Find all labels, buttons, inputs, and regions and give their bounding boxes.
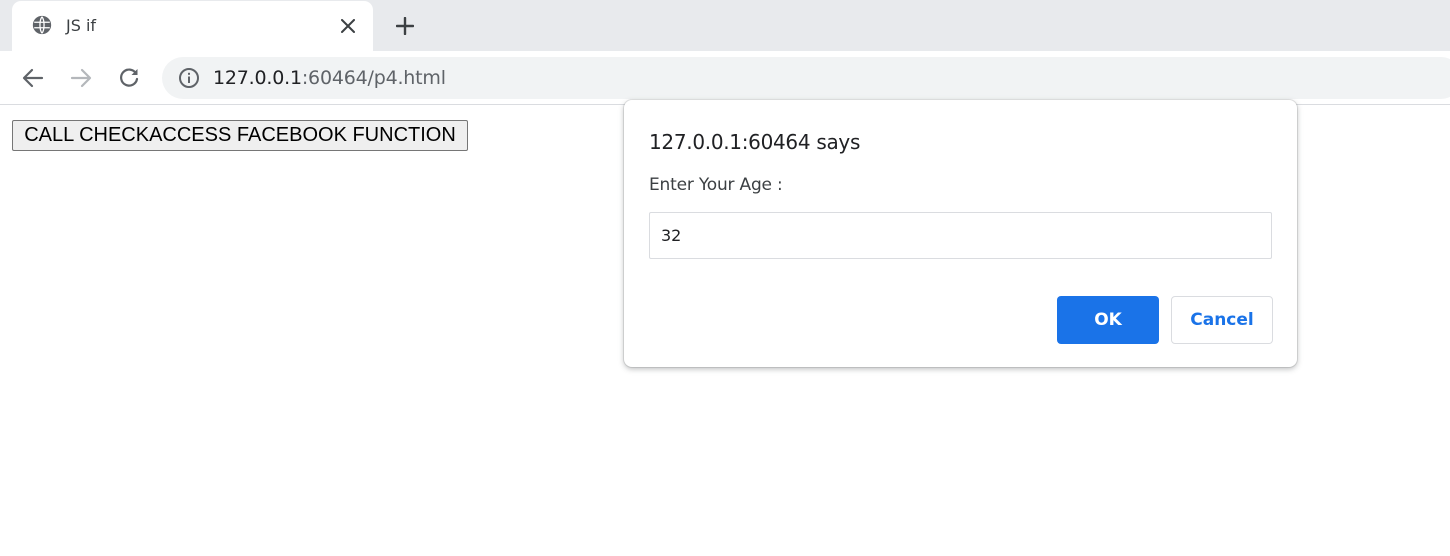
dialog-message: Enter Your Age : <box>649 175 783 195</box>
cancel-button[interactable]: Cancel <box>1171 296 1273 344</box>
close-icon[interactable] <box>336 14 360 38</box>
dialog-title: 127.0.0.1:60464 says <box>649 130 861 154</box>
back-arrow-icon[interactable] <box>18 63 48 93</box>
ok-button[interactable]: OK <box>1057 296 1159 344</box>
prompt-dialog: 127.0.0.1:60464 says Enter Your Age : OK… <box>624 100 1297 367</box>
call-checkaccess-button[interactable]: CALL CHECKACCESS FACEBOOK FUNCTION <box>12 120 468 151</box>
globe-icon <box>32 15 52 35</box>
address-bar[interactable]: 127.0.0.1:60464/p4.html <box>162 57 1450 99</box>
plus-icon[interactable] <box>391 12 419 40</box>
reload-icon[interactable] <box>114 63 144 93</box>
forward-arrow-icon[interactable] <box>66 63 96 93</box>
age-input[interactable] <box>649 212 1272 259</box>
url-host: 127.0.0.1 <box>213 67 302 89</box>
url-text[interactable]: 127.0.0.1:60464/p4.html <box>213 67 446 89</box>
browser-window: JS if 127.0.0.1:60464/p4.html CALL CHECK… <box>0 0 1450 556</box>
info-icon[interactable] <box>178 67 200 89</box>
toolbar: 127.0.0.1:60464/p4.html <box>0 51 1450 105</box>
tab-active[interactable]: JS if <box>12 1 373 51</box>
tab-strip: JS if <box>0 0 1450 51</box>
tab-title: JS if <box>66 16 97 35</box>
url-path: :60464/p4.html <box>301 67 446 89</box>
